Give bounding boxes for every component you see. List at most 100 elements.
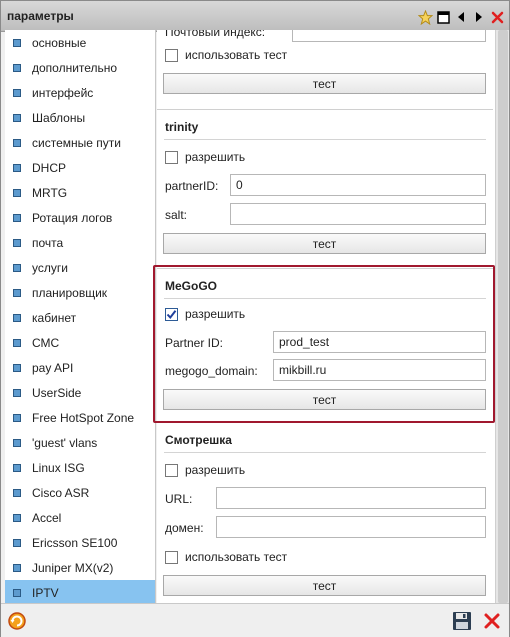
sidebar-item-label: DHCP [32, 160, 67, 175]
sidebar-item[interactable]: почта [5, 230, 155, 255]
trinity-enable-label: разрешить [185, 150, 246, 164]
sidebar-item-label: интерфейс [32, 85, 94, 100]
smotreshka-title: Смотрешка [165, 433, 232, 447]
smotreshka-enable-row: разрешить [165, 458, 485, 482]
postal-code-label: Почтовый индекс: [165, 30, 266, 39]
bullet-icon [13, 313, 21, 322]
megogo-partner-id-input[interactable] [273, 331, 486, 353]
bullet-icon [13, 438, 21, 447]
mail-test-button[interactable]: тест [163, 73, 486, 94]
trinity-partner-id-input[interactable] [230, 174, 486, 196]
title-buttons [417, 9, 505, 25]
mail-use-test-checkbox[interactable] [165, 48, 178, 62]
sidebar-item[interactable]: основные [5, 30, 155, 55]
settings-window: параметры основные дополнительно интерфейс… [0, 0, 510, 637]
maximize-icon[interactable] [435, 9, 451, 25]
sidebar-item[interactable]: Шаблоны [5, 105, 155, 130]
smotreshka-domain-input[interactable] [216, 516, 486, 538]
sidebar-item-label: MRTG [32, 185, 68, 200]
sidebar-item[interactable]: MRTG [5, 180, 155, 205]
bullet-icon [13, 588, 21, 597]
bullet-icon [13, 263, 21, 272]
megogo-enable-checkbox[interactable] [165, 307, 178, 321]
megogo-domain-input[interactable] [273, 359, 486, 381]
settings-sidebar: основные дополнительно интерфейс Шаблоны сис… [5, 30, 156, 603]
save-icon[interactable] [451, 610, 473, 632]
bullet-icon [13, 138, 21, 147]
refresh-icon[interactable] [6, 610, 28, 632]
bullet-icon [13, 363, 21, 372]
sidebar-item[interactable]: Ротация логов [5, 205, 155, 230]
sidebar-item-label: системные пути [32, 135, 121, 150]
settings-content: Почтовый индекс: использовать тест тест … [157, 30, 495, 603]
bullet-icon [13, 388, 21, 397]
trinity-enable-checkbox[interactable] [165, 150, 178, 164]
content-scrollbar[interactable] [495, 30, 509, 603]
sidebar-item-label: UserSide [32, 385, 82, 400]
bullet-icon [13, 38, 21, 47]
smotreshka-divider [164, 452, 486, 453]
star-icon[interactable] [417, 9, 433, 25]
sidebar-item[interactable]: Ericsson SE100 [5, 530, 155, 555]
sidebar-item[interactable]: pay API [5, 355, 155, 380]
smotreshka-url-input[interactable] [216, 487, 486, 509]
smotreshka-enable-label: разрешить [185, 463, 246, 477]
sidebar-item[interactable]: кабинет [5, 305, 155, 330]
bullet-icon [13, 513, 21, 522]
megogo-divider [164, 298, 486, 299]
sidebar-item[interactable]: интерфейс [5, 80, 155, 105]
bullet-icon [13, 188, 21, 197]
sidebar-item-label: Ротация логов [32, 210, 113, 225]
sidebar-item-label: основные [32, 35, 87, 50]
close-icon[interactable] [489, 9, 505, 25]
postal-code-input[interactable] [292, 30, 486, 42]
title-bar: параметры [1, 1, 509, 32]
bullet-icon [13, 163, 21, 172]
bullet-icon [13, 238, 21, 247]
sidebar-item[interactable]: Juniper MX(v2) [5, 555, 155, 580]
bullet-icon [13, 338, 21, 347]
sidebar-item-label: услуги [32, 260, 68, 275]
next-icon[interactable] [471, 9, 487, 25]
sidebar-item[interactable]: дополнительно [5, 55, 155, 80]
trinity-enable-row: разрешить [165, 145, 485, 169]
sidebar-item[interactable]: DHCP [5, 155, 155, 180]
sidebar-item[interactable]: услуги [5, 255, 155, 280]
bullet-icon [13, 288, 21, 297]
trinity-salt-input[interactable] [230, 203, 486, 225]
cancel-icon[interactable] [481, 610, 503, 632]
bullet-icon [13, 538, 21, 547]
megogo-section: MeGoGO разрешить Partner ID: megogo_doma… [157, 268, 493, 420]
mail-use-test-label: использовать тест [185, 48, 288, 62]
sidebar-item[interactable]: Free HotSpot Zone [5, 405, 155, 430]
sidebar-item-label: Juniper MX(v2) [32, 560, 114, 575]
megogo-domain-label: megogo_domain: [165, 364, 258, 378]
sidebar-item[interactable]: Cisco ASR [5, 480, 155, 505]
smotreshka-enable-checkbox[interactable] [165, 463, 178, 477]
sidebar-item-label: pay API [32, 360, 74, 375]
sidebar-item-label: IPTV [32, 585, 59, 600]
smotreshka-test-button[interactable]: тест [163, 575, 486, 596]
prev-icon[interactable] [453, 9, 469, 25]
megogo-enable-row: разрешить [165, 302, 485, 326]
sidebar-item-label: почта [32, 235, 64, 250]
smotreshka-use-test-label: использовать тест [185, 550, 288, 564]
trinity-test-button[interactable]: тест [163, 233, 486, 254]
smotreshka-use-test-checkbox[interactable] [165, 550, 178, 564]
smotreshka-use-test-row: использовать тест [165, 545, 485, 569]
checkmark-icon [166, 309, 177, 319]
sidebar-item[interactable]: Accel [5, 505, 155, 530]
sidebar-item-label: Cisco ASR [32, 485, 90, 500]
sidebar-item[interactable]: Linux ISG [5, 455, 155, 480]
sidebar-item[interactable]: IPTV [5, 580, 155, 603]
bullet-icon [13, 63, 21, 72]
bullet-icon [13, 463, 21, 472]
sidebar-item[interactable]: планировщик [5, 280, 155, 305]
sidebar-item[interactable]: системные пути [5, 130, 155, 155]
sidebar-item[interactable]: UserSide [5, 380, 155, 405]
megogo-test-button[interactable]: тест [163, 389, 486, 410]
sidebar-item-label: Linux ISG [32, 460, 85, 475]
sidebar-item[interactable]: 'guest' vlans [5, 430, 155, 455]
scrollbar-thumb[interactable] [498, 30, 508, 603]
sidebar-item[interactable]: СМС [5, 330, 155, 355]
